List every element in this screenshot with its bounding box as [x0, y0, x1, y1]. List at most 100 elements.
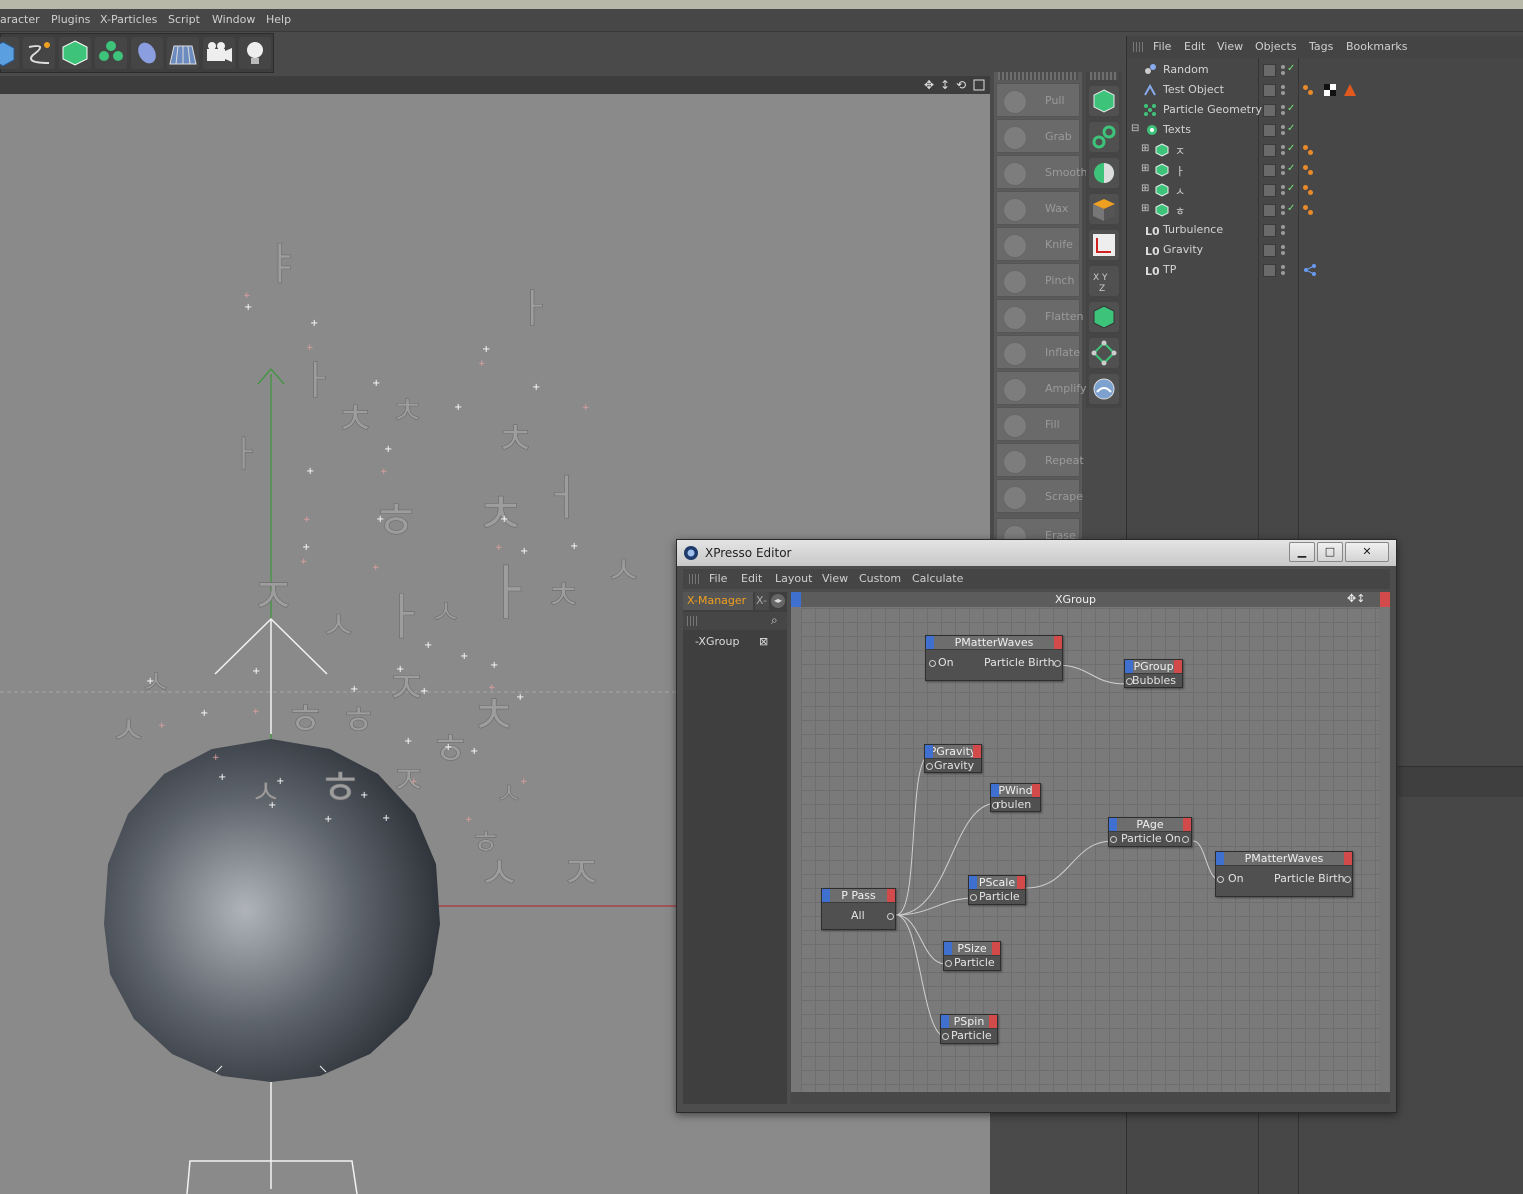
render-dot[interactable] — [1281, 131, 1285, 135]
layer-flag[interactable] — [1263, 64, 1276, 77]
maximize-button[interactable]: □ — [1317, 542, 1343, 562]
enabled-check-icon[interactable]: ✓ — [1287, 183, 1295, 194]
sculpt-mode-button[interactable] — [1089, 374, 1119, 404]
visibility-dot[interactable] — [1281, 245, 1285, 249]
tag-icon[interactable] — [1303, 185, 1308, 190]
expand-toggle-icon[interactable]: ⊞ — [1141, 203, 1149, 214]
node-pscale[interactable]: PScale Particle — [968, 875, 1026, 905]
layer-flag[interactable] — [1263, 184, 1276, 197]
visibility-dot[interactable] — [1281, 65, 1285, 69]
menu-x-particles[interactable]: X-Particles — [100, 13, 157, 26]
enabled-check-icon[interactable]: ✓ — [1287, 103, 1295, 114]
object-row-child[interactable]: ⊞ ㅅ ✓ — [1127, 180, 1523, 200]
tag-icon[interactable] — [1308, 210, 1313, 215]
sculpt-fill[interactable]: Fill — [996, 407, 1080, 441]
render-dot[interactable] — [1281, 211, 1285, 215]
deformer-tool-button[interactable] — [131, 37, 163, 69]
spline-tool-button[interactable] — [23, 37, 55, 69]
layer-flag[interactable] — [1263, 84, 1276, 97]
node-pwind[interactable]: PWind rbulen — [990, 783, 1041, 812]
tag-icon[interactable] — [1308, 190, 1313, 195]
group-in-port[interactable] — [791, 592, 801, 607]
render-dot[interactable] — [1281, 171, 1285, 175]
in-port-dot[interactable] — [970, 894, 977, 901]
visibility-dot[interactable] — [1281, 225, 1285, 229]
light-tool-button[interactable] — [239, 37, 271, 69]
group-out-port[interactable] — [1380, 592, 1390, 607]
node-pspin[interactable]: PSpin Particle — [940, 1014, 998, 1044]
xp-menu-layout[interactable]: Layout — [775, 572, 812, 585]
out-port-dot[interactable] — [1344, 876, 1351, 883]
in-port-dot[interactable] — [945, 960, 952, 967]
render-dot[interactable] — [1281, 91, 1285, 95]
tab-x-manager[interactable]: X-Manager — [683, 592, 753, 610]
xp-menu-calculate[interactable]: Calculate — [912, 572, 963, 585]
layer-flag[interactable] — [1263, 164, 1276, 177]
node-page[interactable]: PAge Particle On — [1108, 817, 1192, 847]
in-port-dot[interactable] — [1217, 876, 1224, 883]
visibility-dot[interactable] — [1281, 85, 1285, 89]
layer-flag[interactable] — [1263, 124, 1276, 137]
sculpt-pinch[interactable]: Pinch — [996, 263, 1080, 297]
expand-toggle-icon[interactable]: ⊞ — [1141, 143, 1149, 154]
tree-item-xgroup[interactable]: -XGroup ⊠ — [689, 634, 785, 650]
sculpt-pull[interactable]: Pull — [996, 83, 1080, 117]
render-dot[interactable] — [1281, 151, 1285, 155]
layer-flag[interactable] — [1263, 264, 1276, 277]
xp-menu-file[interactable]: File — [709, 572, 727, 585]
node-pmatterwaves-1[interactable]: PMatterWaves On Particle Birth — [925, 635, 1063, 681]
tab-x-pool[interactable]: X- — [755, 592, 769, 610]
workplane-mode-button[interactable] — [1089, 158, 1119, 188]
visibility-dot[interactable] — [1281, 105, 1285, 109]
node-psize[interactable]: PSize Particle — [943, 941, 1001, 971]
render-box-button[interactable] — [1089, 194, 1119, 224]
point-mode-button[interactable] — [1089, 338, 1119, 368]
xp-menu-view[interactable]: View — [822, 572, 848, 585]
enabled-check-icon[interactable]: ✓ — [1287, 143, 1295, 154]
om-menu-objects[interactable]: Objects — [1255, 40, 1297, 53]
object-row-turbulence[interactable]: L0 Turbulence — [1127, 220, 1523, 240]
object-row-random[interactable]: Random ✓ — [1127, 60, 1523, 80]
cube-tool-button[interactable] — [0, 37, 19, 69]
om-menu-tags[interactable]: Tags — [1309, 40, 1333, 53]
menu-script[interactable]: Script — [168, 13, 200, 26]
render-dot[interactable] — [1281, 271, 1285, 275]
menu-plugins[interactable]: Plugins — [51, 13, 90, 26]
object-row-particle-geometry[interactable]: Particle Geometry ✓ — [1127, 100, 1523, 120]
checker-material-icon[interactable] — [1323, 83, 1337, 97]
layer-flag[interactable] — [1263, 204, 1276, 217]
sculpt-knife[interactable]: Knife — [996, 227, 1080, 261]
sculpt-smooth[interactable]: Smooth — [996, 155, 1087, 189]
close-button[interactable]: ✕ — [1345, 542, 1389, 562]
in-port-dot[interactable] — [926, 763, 933, 770]
visibility-dot[interactable] — [1281, 145, 1285, 149]
in-port-dot[interactable] — [942, 1033, 949, 1040]
sculpt-wax[interactable]: Wax — [996, 191, 1080, 225]
sculpt-flatten[interactable]: Flatten — [996, 299, 1084, 333]
render-dot[interactable] — [1281, 231, 1285, 235]
tag-icon[interactable] — [1308, 90, 1313, 95]
menu-grip[interactable] — [689, 574, 699, 584]
in-port-dot[interactable] — [929, 660, 936, 667]
out-port-dot[interactable] — [887, 913, 894, 920]
tag-icon[interactable] — [1303, 205, 1308, 210]
xpresso-tag-icon[interactable] — [1303, 263, 1317, 277]
sculpt-grab[interactable]: Grab — [996, 119, 1080, 153]
om-menu-view[interactable]: View — [1217, 40, 1243, 53]
render-dot[interactable] — [1281, 71, 1285, 75]
sculpt-scrape[interactable]: Scrape — [996, 479, 1083, 513]
xp-menu-custom[interactable]: Custom — [859, 572, 901, 585]
node-graph-canvas[interactable]: PMatterWaves On Particle Birth PGroup Bu… — [801, 608, 1379, 1092]
xgroup-lock-icon[interactable]: ⊠ — [759, 635, 768, 648]
viewport-nav-icons[interactable]: ✥ ↕ ⟲ — [924, 77, 986, 93]
om-menu-bookmarks[interactable]: Bookmarks — [1346, 40, 1407, 53]
om-menu-edit[interactable]: Edit — [1184, 40, 1205, 53]
warning-triangle-icon[interactable] — [1343, 83, 1357, 97]
sculpt-inflate[interactable]: Inflate — [996, 335, 1080, 369]
tag-icon[interactable] — [1303, 165, 1308, 170]
panel-grip[interactable] — [998, 72, 1078, 80]
layer-flag[interactable] — [1263, 144, 1276, 157]
visibility-dot[interactable] — [1281, 265, 1285, 269]
tag-icon[interactable] — [1308, 150, 1313, 155]
render-dot[interactable] — [1281, 191, 1285, 195]
